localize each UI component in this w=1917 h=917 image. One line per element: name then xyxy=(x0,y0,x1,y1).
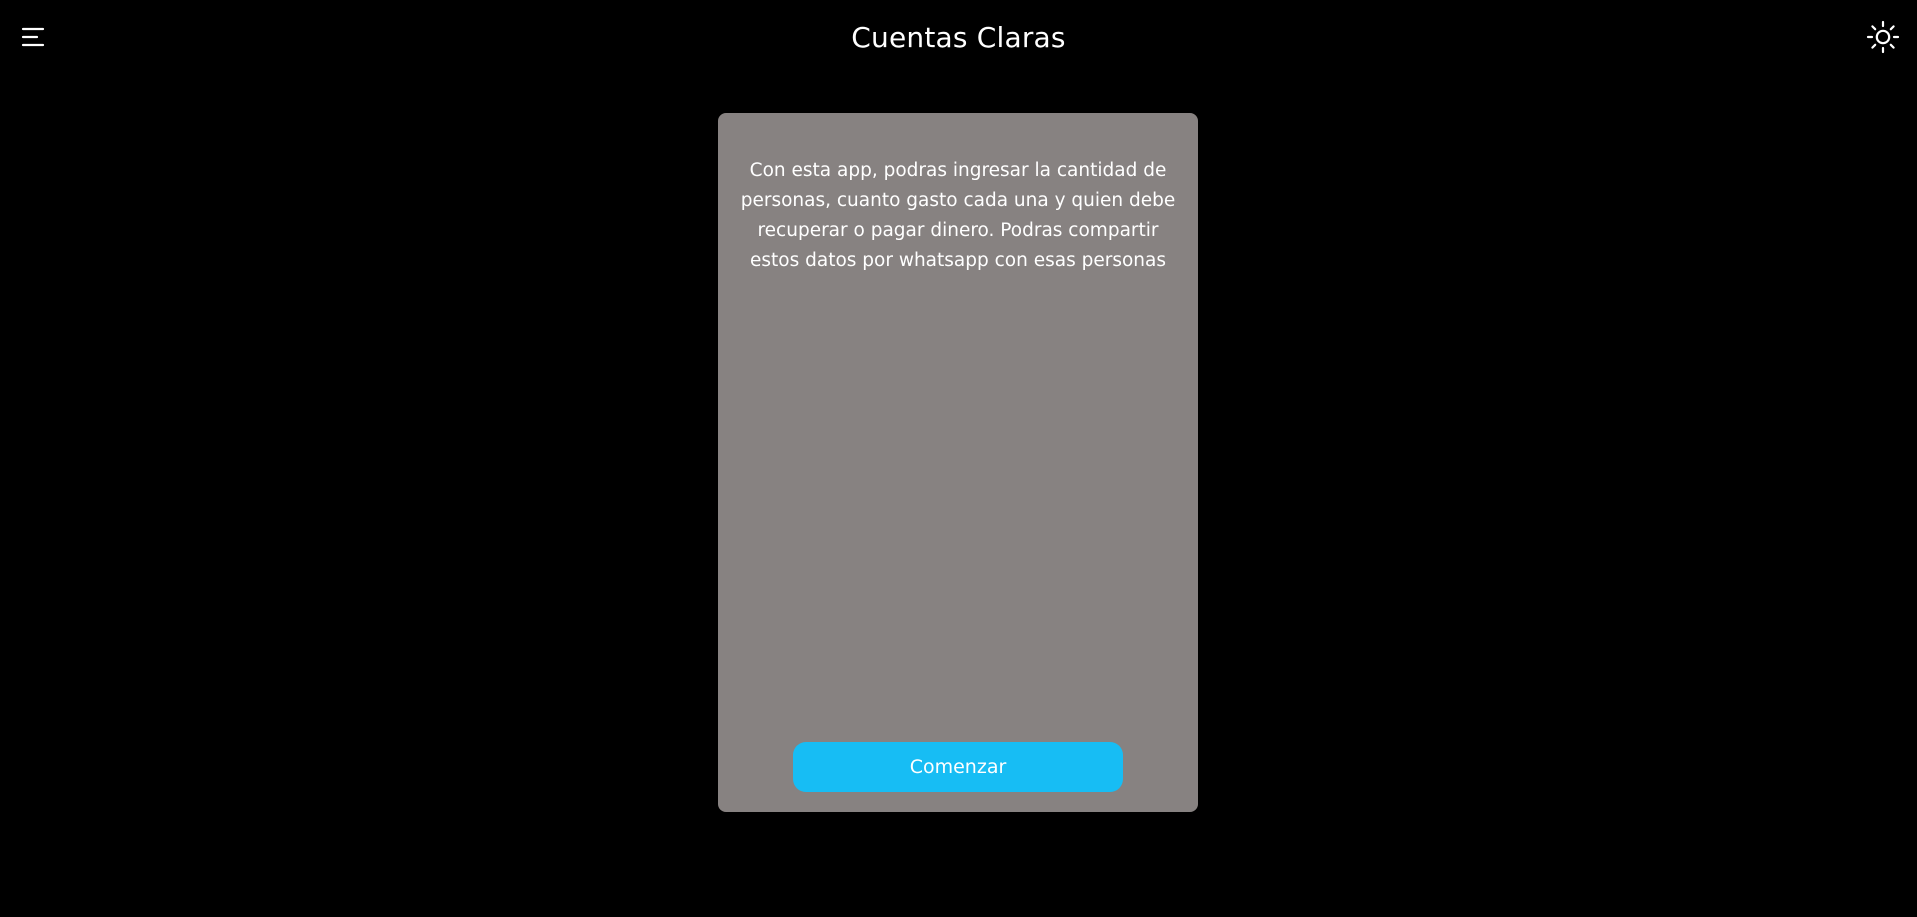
start-button[interactable]: Comenzar xyxy=(793,742,1123,792)
top-bar: Cuentas Claras xyxy=(0,0,1917,76)
app-screen: Cuentas Claras Con esta app, podras ingr… xyxy=(0,0,1917,917)
sun-icon xyxy=(1866,20,1900,54)
app-title: Cuentas Claras xyxy=(851,21,1066,54)
app-description: Con esta app, podras ingresar la cantida… xyxy=(740,159,1176,271)
theme-toggle-button[interactable] xyxy=(1864,18,1902,56)
intro-card: Con esta app, podras ingresar la cantida… xyxy=(718,113,1198,812)
